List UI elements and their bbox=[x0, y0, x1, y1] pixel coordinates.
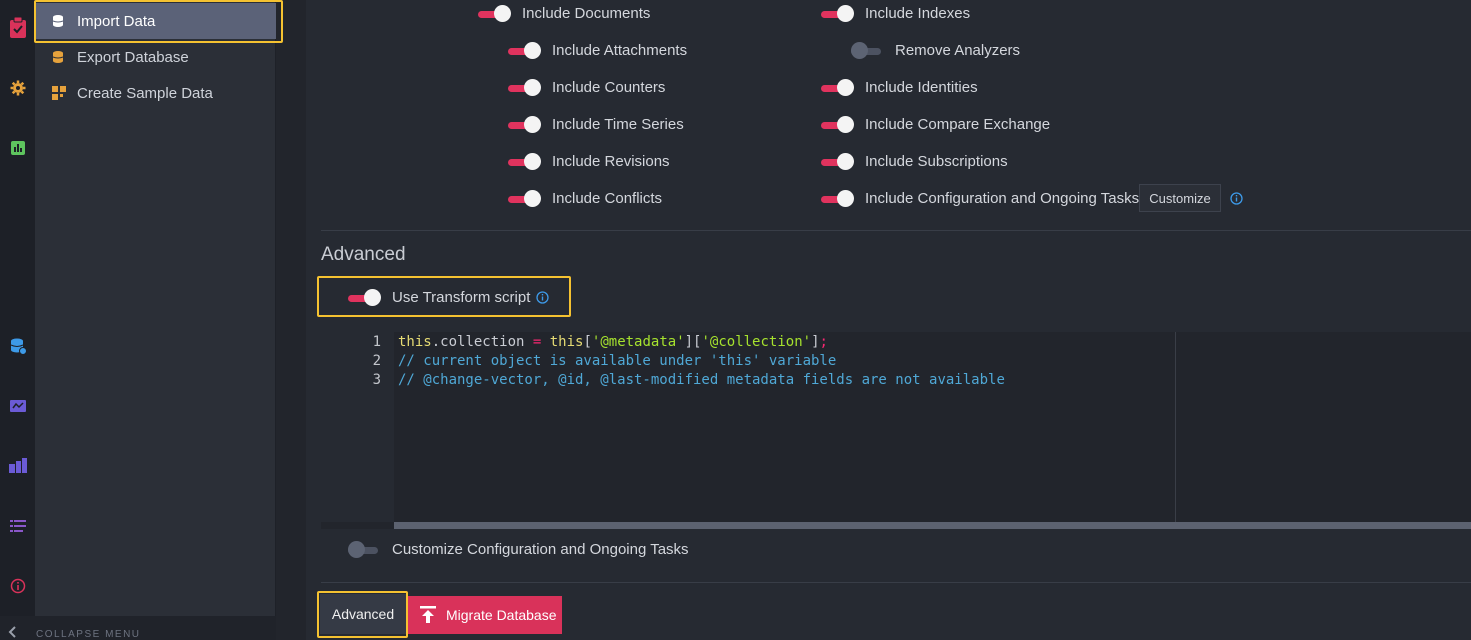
toggle-include-attachments[interactable]: Include Attachments bbox=[508, 41, 688, 59]
sample-data-icon bbox=[51, 85, 67, 101]
toggle-switch[interactable] bbox=[348, 540, 382, 558]
toggle-label: Include Time Series bbox=[552, 116, 684, 133]
transform-script-editor[interactable]: 1 2 3 this.collection = this['@metadata'… bbox=[321, 332, 1471, 529]
divider bbox=[321, 582, 1471, 583]
line-number: 3 bbox=[372, 372, 381, 388]
info-icon[interactable] bbox=[1230, 192, 1243, 205]
toggle-label: Include Conflicts bbox=[552, 190, 663, 207]
code-line-1: this.collection = this['@metadata']['@co… bbox=[398, 334, 828, 350]
databases-icon[interactable] bbox=[0, 334, 35, 358]
toggle-include-indexes[interactable]: Include Indexes bbox=[821, 4, 971, 22]
toggle-switch[interactable] bbox=[508, 152, 542, 170]
horizontal-scrollbar[interactable] bbox=[394, 522, 1471, 529]
toggle-label: Include Revisions bbox=[552, 153, 670, 170]
about-icon[interactable] bbox=[0, 574, 35, 598]
database-export-icon bbox=[51, 49, 67, 65]
toggle-label: Include Counters bbox=[552, 79, 666, 96]
toggle-switch[interactable] bbox=[851, 41, 885, 59]
highlight-transform-script bbox=[317, 276, 571, 317]
submenu-item-create-sample-data[interactable]: Create Sample Data bbox=[35, 75, 276, 111]
customize-button[interactable]: Customize bbox=[1139, 184, 1221, 212]
ongoing-tasks-icon[interactable] bbox=[0, 394, 35, 418]
toggle-label: Include Identities bbox=[865, 79, 978, 96]
line-number: 2 bbox=[372, 353, 381, 369]
code-line-2: // current object is available under 'th… bbox=[398, 353, 837, 369]
collapse-menu-label[interactable]: COLLAPSE MENU bbox=[36, 629, 141, 640]
cluster-icon[interactable] bbox=[0, 454, 35, 478]
migrate-database-button[interactable]: Migrate Database bbox=[408, 596, 562, 634]
icon-rail bbox=[0, 0, 35, 640]
toggle-include-configuration[interactable]: Include Configuration and Ongoing Tasks bbox=[821, 189, 1140, 207]
toggle-label: Remove Analyzers bbox=[895, 42, 1021, 59]
advanced-section-title: Advanced bbox=[321, 244, 406, 265]
toggle-label: Include Compare Exchange bbox=[865, 116, 1051, 133]
toggle-switch[interactable] bbox=[508, 115, 542, 133]
editor-gutter: 1 2 3 bbox=[321, 332, 394, 522]
chevron-left-icon[interactable] bbox=[8, 626, 18, 638]
toggle-include-counters[interactable]: Include Counters bbox=[508, 78, 666, 96]
toggle-include-conflicts[interactable]: Include Conflicts bbox=[508, 189, 663, 207]
upload-icon bbox=[420, 606, 436, 623]
toggle-label: Include Attachments bbox=[552, 42, 688, 59]
submenu-item-label: Create Sample Data bbox=[77, 84, 213, 102]
toggle-include-time-series[interactable]: Include Time Series bbox=[508, 115, 684, 133]
migrate-button-label: Migrate Database bbox=[446, 607, 557, 623]
toggle-customize-configuration[interactable]: Customize Configuration and Ongoing Task… bbox=[348, 540, 689, 558]
toggle-switch[interactable] bbox=[821, 4, 855, 22]
toggle-switch[interactable] bbox=[821, 152, 855, 170]
clipboard-check-icon[interactable] bbox=[0, 16, 35, 40]
highlight-advanced-button bbox=[317, 591, 408, 638]
print-margin bbox=[1175, 332, 1176, 522]
highlight-import-data bbox=[34, 0, 283, 43]
stats-icon[interactable] bbox=[0, 136, 35, 160]
gear-icon[interactable] bbox=[0, 76, 35, 100]
list-icon[interactable] bbox=[0, 514, 35, 538]
toggle-label: Include Configuration and Ongoing Tasks bbox=[865, 190, 1140, 207]
toggle-switch[interactable] bbox=[821, 115, 855, 133]
toggle-switch[interactable] bbox=[821, 78, 855, 96]
code-line-3: // @change-vector, @id, @last-modified m… bbox=[398, 372, 1005, 388]
toggle-label: Include Indexes bbox=[865, 5, 971, 22]
content-gutter bbox=[276, 0, 306, 640]
toggle-switch[interactable] bbox=[821, 189, 855, 207]
toggle-switch[interactable] bbox=[508, 41, 542, 59]
toggle-include-compare-exchange[interactable]: Include Compare Exchange bbox=[821, 115, 1051, 133]
toggle-label: Include Subscriptions bbox=[865, 153, 1008, 170]
submenu-item-label: Export Database bbox=[77, 48, 189, 66]
toggle-include-revisions[interactable]: Include Revisions bbox=[508, 152, 670, 170]
toggle-include-subscriptions[interactable]: Include Subscriptions bbox=[821, 152, 1008, 170]
submenu-item-export-database[interactable]: Export Database bbox=[35, 39, 276, 75]
toggle-switch[interactable] bbox=[478, 4, 512, 22]
divider bbox=[321, 230, 1471, 231]
submenu-panel: Import Data Export Database Create Sampl… bbox=[35, 0, 276, 640]
toggle-label: Include Documents bbox=[522, 5, 651, 22]
code-area[interactable]: this.collection = this['@metadata']['@co… bbox=[394, 332, 1471, 522]
toggle-switch[interactable] bbox=[508, 189, 542, 207]
toggle-include-identities[interactable]: Include Identities bbox=[821, 78, 978, 96]
toggle-switch[interactable] bbox=[508, 78, 542, 96]
toggle-label: Customize Configuration and Ongoing Task… bbox=[392, 541, 689, 558]
toggle-remove-analyzers[interactable]: Remove Analyzers bbox=[851, 41, 1021, 59]
line-number: 1 bbox=[372, 334, 381, 350]
toggle-include-documents[interactable]: Include Documents bbox=[478, 4, 651, 22]
